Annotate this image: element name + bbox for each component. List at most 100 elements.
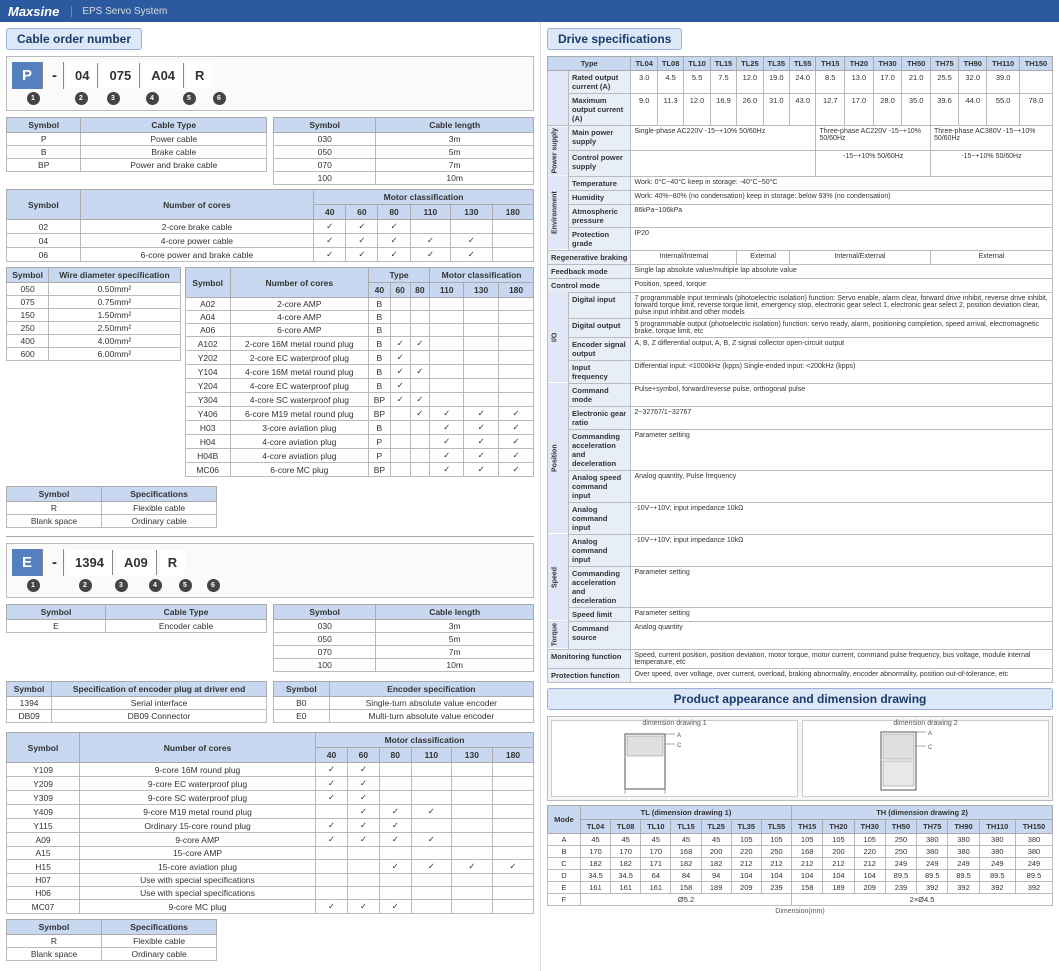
dimension-drawings: dimension drawing 1 C A B <box>547 716 1053 801</box>
ann-4: 4 <box>146 92 159 105</box>
encoder-plug-spec-blocks: Symbol Specification of encoder plug at … <box>6 681 534 727</box>
cores-row: 066-core power and brake cable ✓✓✓✓✓ <box>7 248 534 262</box>
control-mode-row: Control mode Position, speed, torque <box>548 278 1053 292</box>
sym-header2: Symbol <box>274 118 376 133</box>
position-section: Position Command mode Pulse+symbol, forw… <box>548 383 1053 406</box>
cable-example-1: P - 04 075 A04 R 1 2 3 4 5 6 <box>6 56 534 111</box>
product-appearance-title: Product appearance and dimension drawing <box>547 688 1053 710</box>
length-row: 0505m <box>274 146 534 159</box>
left-column: Cable order number P - 04 075 A04 R 1 2 … <box>0 22 540 971</box>
drive-specs-title: Drive specifications <box>547 28 682 50</box>
system-name: EPS Servo System <box>71 6 167 17</box>
encoder-cores-table: Symbol Number of cores Motor classificat… <box>6 732 534 914</box>
dim-unit-note: Dimension(mm) <box>547 908 1053 915</box>
analog-cmd-row: Analog command input -10V~+10V; input im… <box>548 502 1053 534</box>
dim-row-d: D 34.534.564 8494104104 104104104 89.589… <box>548 869 1053 881</box>
cores-table: Symbol Number of cores Motor classificat… <box>6 189 534 262</box>
dim-row-e: E 161161161 158189209239 158189209 23939… <box>548 881 1053 893</box>
acc-dec-row: Commanding acceleration and deceleration… <box>548 429 1053 470</box>
length-row: 0707m <box>274 159 534 172</box>
code-075: 075 <box>101 63 140 88</box>
cable-length-table: Symbol Cable length 0303m 0505m 0707m 10… <box>273 117 534 185</box>
cable-type-row: B Brake cable <box>7 146 267 159</box>
length-row: 0303m <box>274 133 534 146</box>
drawing-2: dimension drawing 2 A C <box>802 720 1049 797</box>
motor-class-header: Motor classification <box>314 190 534 205</box>
elec-gear-row: Electronic gear ratio 2~32767/1~32767 <box>548 406 1053 429</box>
dim-row-b: B 170170170 168200220250 168200220 25038… <box>548 845 1053 857</box>
encoder-top-blocks: Symbol Cable Type EEncoder cable Symbol … <box>6 604 534 676</box>
cores-row: 022-core brake cable ✓✓✓ <box>7 220 534 234</box>
encoder-length-table: Symbol Cable length 0303m 0505m 0707m 10… <box>273 604 534 672</box>
cores-block: Symbol Number of cores Motor classificat… <box>6 189 534 262</box>
rated-current-row: Rated output current (A) 3.04.55.5 7.512… <box>548 71 1053 94</box>
encoder-cable-type-block: Symbol Cable Type EEncoder cable <box>6 604 267 676</box>
ann-e5: 5 <box>179 579 192 592</box>
ann-e4: 4 <box>149 579 162 592</box>
analog-speed-row: Analog speed command input Analog quanti… <box>548 470 1053 502</box>
drawing-1: dimension drawing 1 C A B <box>551 720 798 797</box>
cable-order-title: Cable order number <box>6 28 142 50</box>
code-04: 04 <box>67 63 98 88</box>
atm-row: Atmospheric pressure 86kPa~106kPa <box>548 204 1053 227</box>
env-header-row: Environment Temperature Work: 0°C~40°C k… <box>548 176 1053 190</box>
cable-type-header: Cable Type <box>81 118 267 133</box>
th-header: TH (dimension drawing 2) <box>792 805 1053 819</box>
wire-diam-block: Symbol Wire diameter specification 0500.… <box>6 267 181 481</box>
encoder-out-row: Encoder signal output A, B, Z differenti… <box>548 337 1053 360</box>
ann-e2: 2 <box>79 579 92 592</box>
humidity-row: Humidity Work: 40%~80% (no condensation)… <box>548 190 1053 204</box>
ann-e3: 3 <box>115 579 128 592</box>
dimension-table: Mode TL (dimension drawing 1) TH (dimens… <box>547 805 1053 906</box>
encoder-spec-block: Symbol Encoder specification B0Single-tu… <box>273 681 534 727</box>
svg-text:C: C <box>677 743 682 749</box>
cable-example-2: E - 1394 A09 R 1 2 3 4 5 6 <box>6 543 534 598</box>
protection-row: Protection grade IP20 <box>548 227 1053 250</box>
code-sep-2: - <box>46 549 64 576</box>
th-drawing-svg: A C <box>866 729 986 794</box>
power-symbols-top: Symbol Cable Type P Power cable B Brake … <box>6 117 534 189</box>
encoder-length-block: Symbol Cable length 0303m 0505m 0707m 10… <box>273 604 534 676</box>
cable-type-row: BP Power and brake cable <box>7 159 267 172</box>
desc-p: Power cable <box>81 133 267 146</box>
speed-section: Speed Analog command input -10V~+10V; in… <box>548 534 1053 566</box>
drawing-2-label: dimension drawing 2 A C <box>866 720 986 796</box>
code-sep-1: - <box>46 62 64 89</box>
sym-header: Symbol <box>7 118 81 133</box>
type-header: Type <box>548 57 631 71</box>
cable-length-header: Cable length <box>376 118 534 133</box>
specs-table: Symbol Specifications RFlexible cable Bl… <box>6 486 217 528</box>
encoder-cores-block: Symbol Number of cores Motor classificat… <box>6 732 534 914</box>
acc-dec-speed-row: Commanding acceleration and deceleration… <box>548 566 1053 607</box>
specs-row: Symbol Specifications RFlexible cable Bl… <box>6 486 534 528</box>
svg-text:A: A <box>928 731 932 737</box>
feedback-row: Feedback mode Single lap absolute value/… <box>548 264 1053 278</box>
sym-bp: BP <box>7 159 81 172</box>
svg-text:C: C <box>928 745 933 751</box>
drawing-1-label: dimension drawing 1 C A B <box>615 720 735 796</box>
dim-row-a: A 454545 4545105105 105105105 250380380 … <box>548 833 1053 845</box>
svg-text:A: A <box>677 733 681 739</box>
length-row: 10010m <box>274 172 534 185</box>
mode-header: Mode <box>548 805 581 833</box>
torque-section: Torque Command source Analog quantity <box>548 621 1053 649</box>
ann-e1: 1 <box>27 579 40 592</box>
encoder-cable-type-table: Symbol Cable Type EEncoder cable <box>6 604 267 633</box>
encoder-spec-table: Symbol Encoder specification B0Single-tu… <box>273 681 534 723</box>
regen-row: Regenerative braking Internal/Internal E… <box>548 250 1053 264</box>
right-column: Drive specifications Type TL04TL08TL10 T… <box>540 22 1059 971</box>
sym-header3: Symbol <box>7 190 81 220</box>
nav-bar: Maxsine EPS Servo System <box>0 0 1059 22</box>
ann-6: 6 <box>213 92 226 105</box>
ann-3: 3 <box>107 92 120 105</box>
desc-b: Brake cable <box>81 146 267 159</box>
cable-type-block: Symbol Cable Type P Power cable B Brake … <box>6 117 267 189</box>
code-r: R <box>187 63 212 88</box>
digital-output-row: Digital output 5 programmable output (ph… <box>548 318 1053 337</box>
max-current-row: Maximum output current (A) 9.011.312.0 1… <box>548 94 1053 126</box>
encoder-plug-block: Symbol Specification of encoder plug at … <box>6 681 267 727</box>
control-supply-row: Control power supply -15~+10% 50/60Hz -1… <box>548 151 1053 176</box>
code-r2: R <box>160 550 185 575</box>
input-freq-row: Input frequency Differential input: <100… <box>548 360 1053 383</box>
wire-motor-spec-block: Symbol Wire diameter specification 0500.… <box>6 267 534 481</box>
